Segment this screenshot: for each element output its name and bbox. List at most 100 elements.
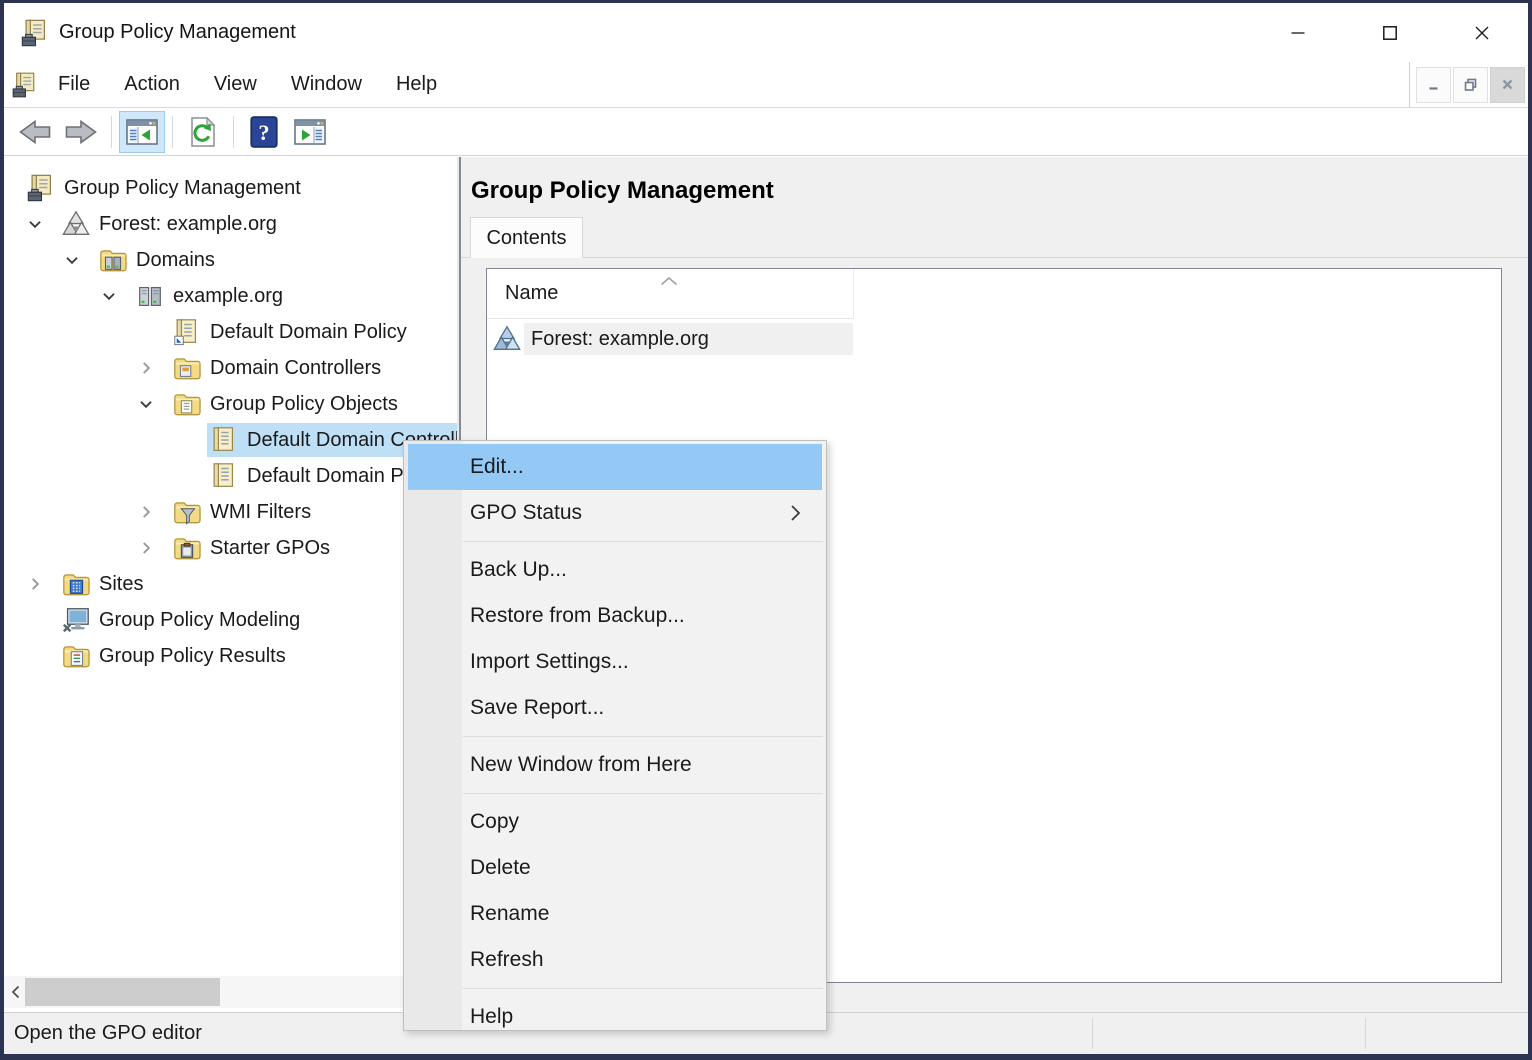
context-menu-item-import-settings[interactable]: Import Settings...	[408, 639, 822, 685]
status-text: Open the GPO editor	[14, 1022, 202, 1045]
expander-spacer	[24, 638, 59, 674]
tree-item-wmi-filters[interactable]: WMI Filters	[4, 494, 457, 530]
help-button[interactable]: ?	[241, 111, 287, 153]
close-button[interactable]	[1436, 3, 1528, 62]
forward-arrow-button[interactable]	[58, 111, 104, 153]
context-menu-item-copy[interactable]: Copy	[408, 799, 822, 845]
tree-item-default-domain-policy[interactable]: Default Domain Policy	[4, 458, 457, 494]
forest-icon	[61, 209, 91, 239]
tab-contents[interactable]: Contents	[470, 217, 583, 258]
show-console-tree-button[interactable]	[119, 111, 165, 153]
tree-item-default-domain-controllers-policy[interactable]: Default Domain Controllers Policy	[4, 422, 457, 458]
tree-item-group-policy-modeling[interactable]: Group Policy Modeling	[4, 602, 457, 638]
context-menu-item-label: New Window from Here	[470, 753, 692, 777]
tree-item-group-policy-results[interactable]: Group Policy Results	[4, 638, 457, 674]
gpm-console-icon	[26, 173, 56, 203]
list-item-forest-example-org[interactable]: Forest: example.org	[489, 323, 853, 355]
back-arrow-icon	[18, 116, 52, 148]
tree-item-label: Forest: example.org	[99, 213, 277, 236]
context-menu-item-back-up[interactable]: Back Up...	[408, 547, 822, 593]
domain-servers-icon	[135, 281, 165, 311]
context-menu-item-refresh[interactable]: Refresh	[408, 937, 822, 983]
tree-item-default-domain-policy[interactable]: Default Domain Policy	[4, 314, 457, 350]
child-close-button[interactable]	[1490, 67, 1525, 103]
menubar: FileActionViewWindowHelp	[4, 62, 1528, 108]
menubar-items: FileActionViewWindowHelp	[41, 62, 454, 107]
tree-item-label: Group Policy Modeling	[99, 609, 300, 632]
gpo-scroll-icon	[209, 425, 239, 455]
tree-horizontal-scrollbar[interactable]	[4, 976, 457, 1008]
context-menu-item-rename[interactable]: Rename	[408, 891, 822, 937]
menu-action[interactable]: Action	[107, 62, 197, 107]
minimize-button[interactable]	[1252, 3, 1344, 62]
tree-item-label: WMI Filters	[210, 501, 311, 524]
toolbar-separator	[233, 116, 234, 148]
context-menu-item-label: Edit...	[470, 455, 524, 479]
expander-spacer	[172, 422, 207, 458]
context-menu-item-label: Copy	[470, 810, 519, 834]
show-console-tree-icon	[125, 116, 159, 148]
tree-item-group-policy-objects[interactable]: Group Policy Objects	[4, 386, 457, 422]
tree-item-label: Group Policy Objects	[210, 393, 398, 416]
chevron-down-icon[interactable]	[98, 278, 133, 314]
chevron-down-icon[interactable]	[24, 206, 59, 242]
menu-separator	[463, 793, 823, 794]
context-menu-item-restore-from-backup[interactable]: Restore from Backup...	[408, 593, 822, 639]
context-menu-item-label: Rename	[470, 902, 549, 926]
tree-item-domain-controllers[interactable]: Domain Controllers	[4, 350, 457, 386]
list-header: Name	[487, 269, 1501, 319]
tree-item-domains[interactable]: Domains	[4, 242, 457, 278]
menu-window[interactable]: Window	[274, 62, 379, 107]
results-icon	[61, 641, 91, 671]
context-menu-item-edit[interactable]: Edit...	[408, 444, 822, 490]
toolbar: ?	[4, 109, 1528, 156]
context-menu-item-gpo-status[interactable]: GPO Status	[408, 490, 822, 536]
column-separator[interactable]	[853, 269, 854, 319]
maximize-button[interactable]	[1344, 3, 1436, 62]
context-menu-item-label: GPO Status	[470, 501, 582, 525]
tree-item-label: Default Domain Policy	[210, 321, 407, 344]
scrollbar-thumb[interactable]	[25, 978, 220, 1006]
expander-spacer	[24, 602, 59, 638]
scroll-left-arrow[interactable]	[4, 976, 26, 1008]
menu-help[interactable]: Help	[379, 62, 454, 107]
svg-text:?: ?	[258, 120, 269, 145]
back-arrow-button[interactable]	[12, 111, 58, 153]
tree-item-forest-example-org[interactable]: Forest: example.org	[4, 206, 457, 242]
child-window-controls	[1409, 62, 1528, 107]
context-menu-item-save-report[interactable]: Save Report...	[408, 685, 822, 731]
child-restore-button[interactable]	[1453, 67, 1488, 103]
column-header-name[interactable]: Name	[505, 282, 558, 305]
tree-item-sites[interactable]: Sites	[4, 566, 457, 602]
new-window-button[interactable]	[287, 111, 333, 153]
domains-folder-icon	[98, 245, 128, 275]
ou-folder-icon	[172, 353, 202, 383]
refresh-button[interactable]	[180, 111, 226, 153]
context-menu-item-label: Save Report...	[470, 696, 604, 720]
menu-view[interactable]: View	[197, 62, 274, 107]
context-menu-item-help[interactable]: Help	[408, 994, 822, 1040]
sites-folder-icon	[61, 569, 91, 599]
chevron-right-icon[interactable]	[24, 566, 59, 602]
menu-file[interactable]: File	[41, 62, 107, 107]
chevron-down-icon[interactable]	[135, 386, 170, 422]
context-menu-item-new-window-from-here[interactable]: New Window from Here	[408, 742, 822, 788]
context-menu-item-delete[interactable]: Delete	[408, 845, 822, 891]
chevron-down-icon[interactable]	[61, 242, 96, 278]
child-minimize-button[interactable]	[1416, 67, 1451, 103]
sort-ascending-icon	[659, 273, 679, 283]
refresh-icon	[186, 116, 220, 148]
expander-spacer	[135, 314, 170, 350]
forward-arrow-icon	[64, 116, 98, 148]
gpm-console-icon	[20, 18, 50, 48]
toolbar-separator	[111, 116, 112, 148]
chevron-right-icon[interactable]	[135, 530, 170, 566]
statusbar-divider	[1365, 1018, 1366, 1049]
tree-item-label: Domain Controllers	[210, 357, 381, 380]
new-window-icon	[293, 116, 327, 148]
tree-item-group-policy-management[interactable]: Group Policy Management	[4, 170, 457, 206]
tree-item-example-org[interactable]: example.org	[4, 278, 457, 314]
chevron-right-icon[interactable]	[135, 350, 170, 386]
tree-item-starter-gpos[interactable]: Starter GPOs	[4, 530, 457, 566]
chevron-right-icon[interactable]	[135, 494, 170, 530]
